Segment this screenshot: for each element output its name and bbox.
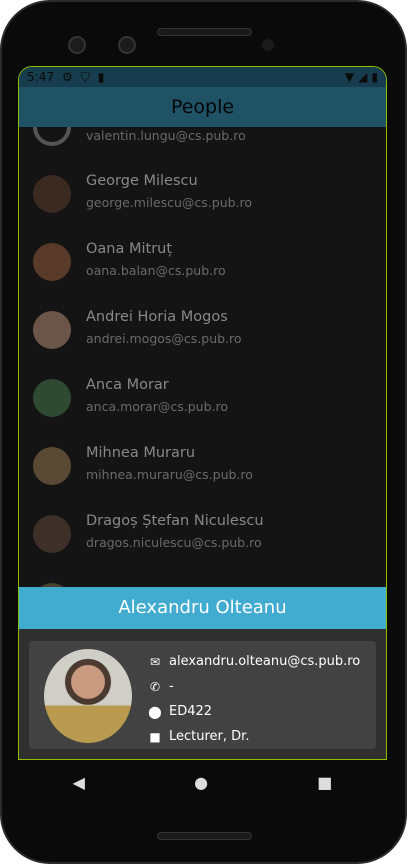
avatar (33, 243, 71, 281)
person-name: Mihnea Muraru (86, 445, 196, 461)
avatar (33, 175, 71, 213)
email-row[interactable]: ✉ alexandru.olteanu@cs.pub.ro (147, 649, 360, 674)
avatar (33, 311, 71, 349)
avatar (33, 379, 71, 417)
wifi-icon: ▼ (344, 70, 355, 84)
detail-card: ✉ alexandru.olteanu@cs.pub.ro ✆ - ⬤ ED422 ■… (29, 641, 376, 749)
list-item[interactable]: Anca Morar anca.morar@cs.pub.ro (19, 364, 386, 432)
camera (118, 36, 136, 54)
detail-email: alexandru.olteanu@cs.pub.ro (169, 654, 361, 669)
detail-phone: - (169, 679, 174, 694)
phone-icon: ✆ (149, 679, 161, 694)
camera (68, 36, 86, 54)
person-name: Dragoș Ștefan Niculescu (86, 513, 264, 529)
recents-button[interactable]: ■ (317, 773, 332, 792)
status-bar: 5:47 ⚙ ⛉ ▮ ▼ ◢ ▮ (19, 67, 386, 87)
sd-card-icon: ▮ (97, 70, 105, 84)
person-email: mihnea.muraru@cs.pub.ro (86, 467, 253, 482)
list-item[interactable]: Oana Mitruț oana.balan@cs.pub.ro (19, 228, 386, 296)
home-button[interactable]: ● (194, 773, 208, 792)
avatar (33, 447, 71, 485)
navigation-bar: ◀ ● ■ (18, 760, 387, 805)
screen: 5:47 ⚙ ⛉ ▮ ▼ ◢ ▮ People valentin.lungu@cs.… (18, 66, 387, 760)
page-title: People (19, 87, 386, 127)
office-row: ⬤ ED422 (147, 699, 360, 724)
sensor (262, 39, 274, 51)
person-email: dragos.niculescu@cs.pub.ro (86, 535, 262, 550)
speaker (157, 832, 252, 840)
settings-icon: ⚙ (61, 70, 73, 84)
person-email: andrei.mogos@cs.pub.ro (86, 331, 242, 346)
person-name: Andrei Horia Mogos (86, 309, 228, 325)
phone-row[interactable]: ✆ - (147, 674, 360, 699)
battery-icon: ▮ (371, 70, 378, 84)
detail-position: Lecturer, Dr. (169, 729, 250, 744)
mail-icon: ✉ (149, 654, 161, 669)
person-name: George Milescu (86, 173, 198, 189)
list-item[interactable]: Mihnea Muraru mihnea.muraru@cs.pub.ro (19, 432, 386, 500)
person-email: oana.balan@cs.pub.ro (86, 263, 226, 278)
back-button[interactable]: ◀ (73, 773, 85, 792)
person-name: Anca Morar (86, 377, 169, 393)
person-email: anca.morar@cs.pub.ro (86, 399, 228, 414)
avatar (33, 515, 71, 553)
shield-icon: ⛉ (80, 69, 90, 84)
briefcase-icon: ■ (149, 729, 161, 744)
signal-icon: ◢ (358, 70, 368, 84)
list-item[interactable]: George Milescu george.milescu@cs.pub.ro (19, 160, 386, 228)
person-name: Oana Mitruț (86, 241, 173, 257)
location-pin-icon: ⬤ (148, 704, 162, 719)
list-item[interactable]: Andrei Horia Mogos andrei.mogos@cs.pub.ro (19, 296, 386, 364)
person-email: george.milescu@cs.pub.ro (86, 195, 253, 210)
profile-photo (44, 649, 132, 743)
status-time: 5:47 (27, 70, 54, 84)
list-item[interactable]: Dragoș Ștefan Niculescu dragos.niculescu@… (19, 500, 386, 568)
person-email: valentin.lungu@cs.pub.ro (86, 128, 246, 143)
detail-office: ED422 (169, 704, 213, 719)
speaker (157, 28, 252, 36)
detail-sheet: ✉ alexandru.olteanu@cs.pub.ro ✆ - ⬤ ED422 ■… (19, 629, 386, 759)
position-row: ■ Lecturer, Dr. (147, 724, 360, 749)
detail-title: Alexandru Olteanu (19, 587, 386, 629)
